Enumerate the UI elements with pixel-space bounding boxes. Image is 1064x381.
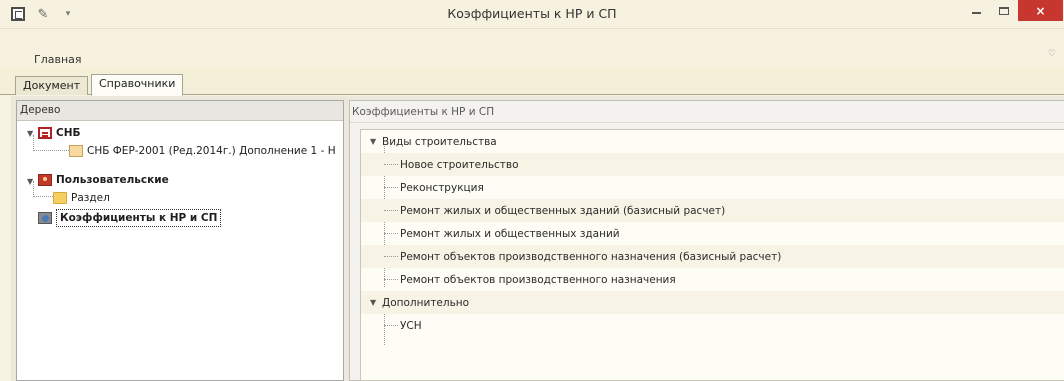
list-item[interactable]: Ремонт жилых и общественных зданий (бази… [361, 199, 1064, 222]
tree-panel: Дерево ▼ СНБ СНБ ФЕР-2001 (Ред.2014г.) Д… [16, 100, 344, 381]
close-icon: × [1035, 3, 1046, 18]
ribbon-tab-home[interactable]: Главная [34, 53, 82, 66]
folder-icon [53, 192, 67, 204]
list-item-label: Ремонт жилых и общественных зданий [400, 227, 620, 240]
tree-connector [384, 233, 398, 234]
minimize-button[interactable] [963, 0, 990, 21]
expand-snb-icon[interactable]: ▼ [27, 129, 37, 138]
list-item[interactable]: Новое строительство [361, 153, 1064, 176]
ribbon: Главная ♡ [0, 29, 1064, 67]
coefficients-panel-header: Коэффициенты к НР и СП [350, 101, 1064, 123]
tree-connector [33, 196, 53, 197]
tree-connector [384, 210, 398, 211]
tree-connector [384, 279, 398, 280]
group-row[interactable]: ▼ Виды строительства [361, 130, 1064, 153]
expand-group-icon[interactable]: ▼ [370, 137, 376, 146]
snb-icon [38, 127, 52, 139]
tree-connector [384, 325, 398, 326]
user-folder-icon [38, 174, 52, 186]
document-tabs: Документ Справочники [0, 67, 1064, 96]
list-item-label: Реконструкция [400, 181, 484, 194]
coefficient-icon [38, 212, 52, 224]
expand-user-icon[interactable]: ▼ [27, 177, 37, 186]
title-bar: ✎ ▾ Коэффициенты к НР и СП × [0, 0, 1064, 29]
tree-node-fer-2001[interactable]: СНБ ФЕР-2001 (Ред.2014г.) Дополнение 1 -… [69, 142, 336, 160]
group-row[interactable]: ▼ Дополнительно [361, 291, 1064, 314]
tree-node-label: СНБ [56, 127, 81, 139]
tree-node-label: Коэффициенты к НР и СП [56, 209, 222, 227]
list-item[interactable]: Реконструкция [361, 176, 1064, 199]
main-area: Дерево ▼ СНБ СНБ ФЕР-2001 (Ред.2014г.) Д… [11, 96, 1064, 381]
tab-document[interactable]: Документ [15, 76, 89, 95]
tree-connector [384, 187, 398, 188]
tree-connector [384, 164, 398, 165]
group-label: Дополнительно [382, 296, 470, 309]
close-button[interactable]: × [1018, 0, 1063, 21]
list-item-label: Ремонт объектов производственного назнач… [400, 273, 676, 286]
tree-node-label: СНБ ФЕР-2001 (Ред.2014г.) Дополнение 1 -… [87, 145, 336, 157]
tree-connector [384, 256, 398, 257]
maximize-button[interactable] [990, 0, 1017, 21]
list-item[interactable]: Ремонт объектов производственного назнач… [361, 268, 1064, 291]
group-label: Виды строительства [382, 135, 497, 148]
minimize-icon [972, 11, 981, 14]
book-icon [69, 145, 83, 157]
list-item-label: Новое строительство [400, 158, 519, 171]
tree-node-coefficients[interactable]: Коэффициенты к НР и СП [38, 209, 222, 227]
list-item-label: УСН [400, 319, 422, 332]
tab-reference-books[interactable]: Справочники [91, 74, 184, 96]
list-item[interactable]: Ремонт объектов производственного назнач… [361, 245, 1064, 268]
tree-node-user[interactable]: Пользовательские [38, 171, 169, 189]
ribbon-collapse-icon[interactable]: ♡ [1048, 49, 1056, 59]
coefficients-panel: Коэффициенты к НР и СП ▼ Виды строительс… [349, 100, 1064, 381]
expand-group-icon[interactable]: ▼ [370, 298, 376, 307]
tree-node-section[interactable]: Раздел [53, 189, 110, 207]
tree-panel-header: Дерево [17, 101, 343, 121]
tree-node-label: Раздел [71, 192, 110, 204]
tree-node-snb[interactable]: СНБ [38, 124, 81, 142]
list-item-label: Ремонт объектов производственного назнач… [400, 250, 782, 263]
maximize-icon [998, 6, 1009, 15]
list-item[interactable]: УСН [361, 314, 1064, 337]
coefficients-grid[interactable]: ▼ Виды строительства Новое строительство… [360, 129, 1064, 381]
list-item-label: Ремонт жилых и общественных зданий (бази… [400, 204, 726, 217]
window-title: Коэффициенты к НР и СП [447, 6, 617, 21]
list-item[interactable]: Ремонт жилых и общественных зданий [361, 222, 1064, 245]
tree-node-label: Пользовательские [56, 174, 169, 186]
tree-connector [33, 150, 69, 151]
